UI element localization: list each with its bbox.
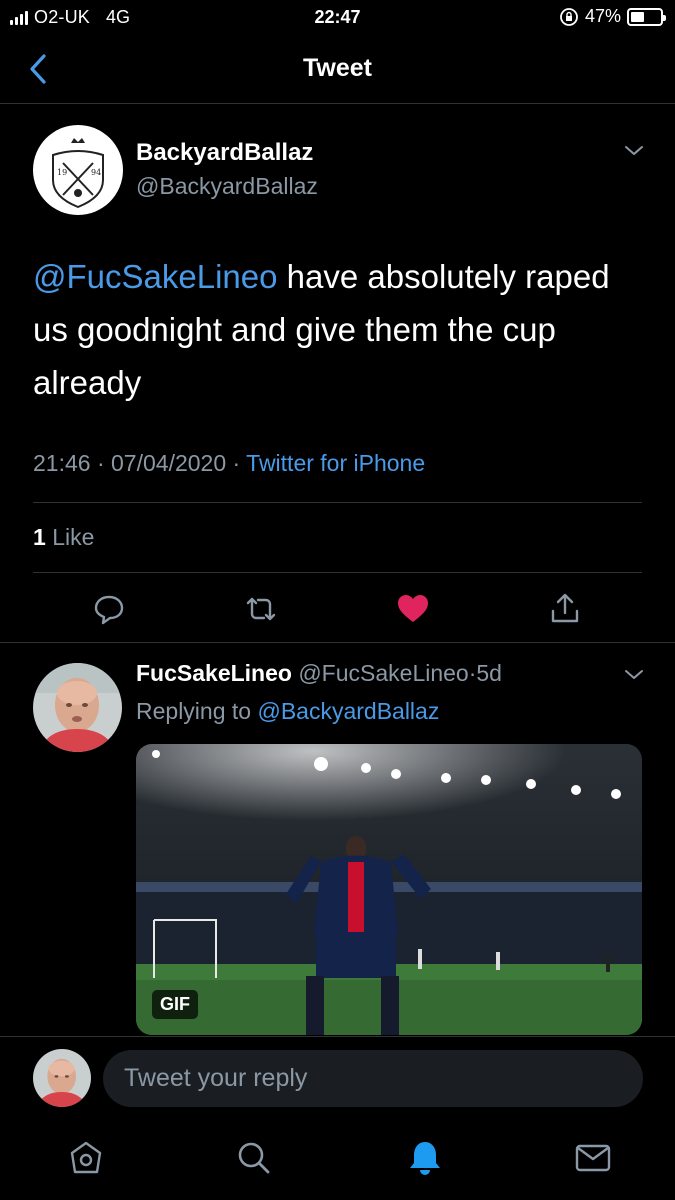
divider [33,572,642,573]
tweet-text: @FucSakeLineo have absolutely raped us g… [33,250,643,409]
share-icon[interactable] [548,592,582,626]
tweet-source-link[interactable]: Twitter for iPhone [246,450,425,476]
tweet-date: 07/04/2020 [111,450,227,476]
tweet-meta: 21:46 · 07/04/2020 · Twitter for iPhone [33,450,426,476]
home-icon[interactable] [66,1138,106,1178]
gif-frame-image [136,744,642,1035]
reply-input[interactable] [103,1050,643,1107]
tweet-author-name[interactable]: BackyardBallaz [136,139,313,167]
reply-author-handle[interactable]: @FucSakeLineo [298,660,468,686]
replying-prefix: Replying to [136,698,258,724]
reply-author-name[interactable]: FucSakeLineo [136,660,292,686]
notifications-icon[interactable] [405,1138,445,1178]
divider [0,642,675,643]
tweet-time: 21:46 [33,450,91,476]
avatar[interactable] [33,663,122,752]
replying-to-link[interactable]: @BackyardBallaz [257,698,439,724]
avatar-photo [33,663,122,752]
reply-icon[interactable] [92,592,126,626]
chevron-down-icon[interactable] [622,667,646,683]
retweet-icon[interactable] [244,592,278,626]
svg-text:94: 94 [91,168,101,177]
status-right: 47% [559,6,666,27]
team-crest-logo[interactable]: 19 94 [33,125,123,215]
like-icon[interactable] [396,592,430,626]
page-title: Tweet [303,54,372,82]
avatar[interactable] [33,1049,91,1107]
reply-age: 5d [476,660,502,686]
replying-to: Replying to @BackyardBallaz [136,698,439,725]
like-count-label: Like [52,524,95,550]
battery-icon [627,7,666,26]
chevron-down-icon[interactable] [622,143,646,159]
battery-fill [631,11,645,22]
svg-text:19: 19 [57,168,67,177]
like-count-number: 1 [33,524,46,550]
nav-header: Tweet [0,34,675,104]
status-bar: O2-UK 4G 22:47 47% [0,0,675,34]
reply-gif-media[interactable]: GIF [136,744,642,1035]
tab-bar [0,1123,675,1200]
crest-graphic: 19 94 [34,126,122,214]
tweet-author-handle[interactable]: @BackyardBallaz [136,173,318,200]
battery-percent: 47% [584,6,621,26]
composer-avatar-photo [33,1049,91,1107]
divider [33,502,642,503]
tweet-mention-link[interactable]: @FucSakeLineo [33,258,277,295]
likes-count[interactable]: 1 Like [33,524,94,551]
gif-badge: GIF [152,990,198,1019]
reply-header: FucSakeLineo @FucSakeLineo·5d [136,660,502,687]
search-icon[interactable] [234,1138,274,1178]
messages-icon[interactable] [573,1138,613,1178]
orientation-lock-icon [560,7,578,26]
